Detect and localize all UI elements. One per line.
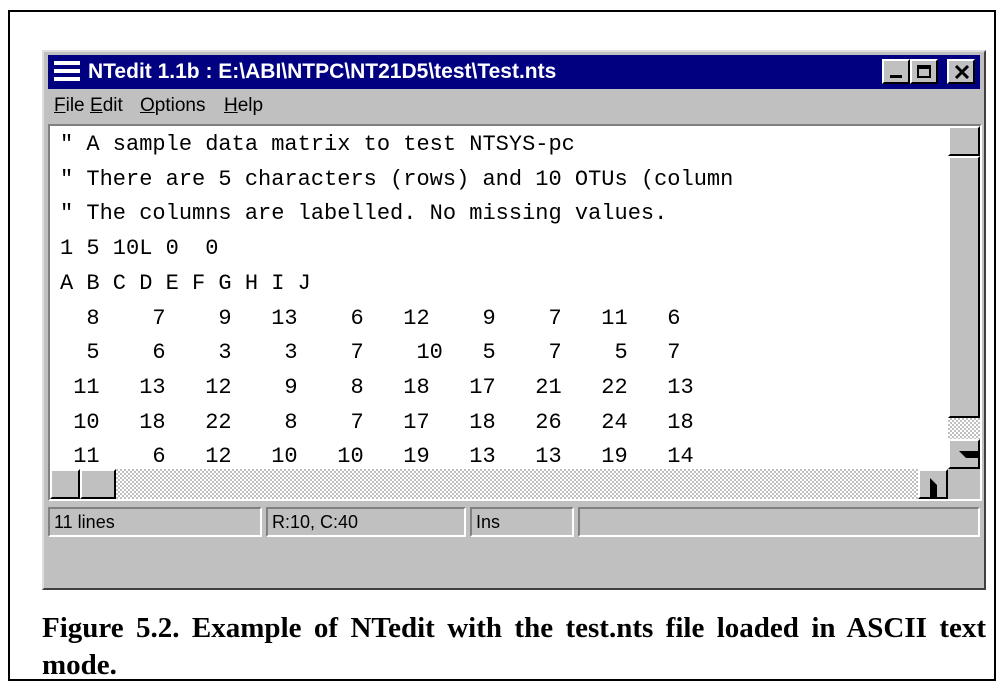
editor-line: 8 7 9 13 6 12 9 7 11 6	[60, 305, 681, 331]
horizontal-scroll-thumb[interactable]	[80, 469, 116, 499]
app-window: NTedit 1.1b : E:\ABI\NTPC\NT21D5\test\Te…	[42, 50, 986, 590]
menu-help[interactable]: Help	[224, 95, 263, 117]
menu-options-rest: ptions	[154, 95, 206, 116]
menu-options[interactable]: Options	[140, 95, 205, 117]
menu-help-rest: elp	[237, 95, 264, 116]
menu-bar: File Edit Options Help	[48, 92, 980, 120]
editor-line: 11 13 12 9 8 18 17 21 22 13	[60, 374, 694, 400]
editor-line: A B C D E F G H I J	[60, 270, 311, 296]
vertical-scroll-thumb[interactable]	[948, 156, 980, 418]
scrollbar-corner	[948, 469, 980, 499]
status-cursor-position: R:10, C:40	[266, 507, 466, 537]
editor-line: 10 18 22 8 7 17 18 26 24 18	[60, 409, 694, 435]
horizontal-scrollbar[interactable]	[50, 469, 948, 499]
title-bar[interactable]: NTedit 1.1b : E:\ABI\NTPC\NT21D5\test\Te…	[48, 55, 980, 89]
status-insert-mode: Ins	[470, 507, 574, 537]
scroll-down-button[interactable]	[948, 439, 980, 469]
figure-caption: Figure 5.2. Example of NTedit with the t…	[42, 612, 986, 681]
figure-frame: NTedit 1.1b : E:\ABI\NTPC\NT21D5\test\Te…	[8, 10, 996, 681]
text-editor[interactable]: " A sample data matrix to test NTSYS-pc "…	[48, 124, 982, 501]
close-icon	[954, 65, 970, 79]
close-button[interactable]	[947, 59, 975, 84]
window-title: NTedit 1.1b : E:\ABI\NTPC\NT21D5\test\Te…	[88, 60, 557, 83]
app-menu-icon[interactable]	[54, 61, 80, 83]
editor-line: " A sample data matrix to test NTSYS-pc	[60, 132, 575, 157]
menu-edit-key: E	[90, 95, 103, 116]
scroll-left-button[interactable]	[50, 469, 98, 499]
editor-line: 1 5 10L 0 0	[60, 236, 219, 262]
editor-line: 5 6 3 3 7 10 5 7 5 7	[60, 340, 681, 366]
maximize-button[interactable]	[910, 59, 938, 84]
menu-edit[interactable]: Edit	[90, 95, 123, 117]
scroll-up-button[interactable]	[948, 126, 980, 173]
status-extra-panel	[578, 507, 980, 537]
minimize-button[interactable]	[882, 59, 910, 84]
editor-text[interactable]: " A sample data matrix to test NTSYS-pc "…	[60, 128, 952, 478]
menu-help-key: H	[224, 95, 238, 116]
menu-file-key: F	[54, 95, 66, 116]
menu-file-rest: ile	[65, 95, 85, 116]
status-line-count: 11 lines	[48, 507, 262, 537]
vertical-scrollbar[interactable]	[948, 126, 980, 469]
scroll-right-button[interactable]	[918, 469, 948, 499]
menu-edit-rest: dit	[102, 95, 123, 116]
menu-file[interactable]: File	[54, 95, 85, 117]
status-bar: 11 lines R:10, C:40 Ins	[48, 507, 980, 537]
editor-line: " The columns are labelled. No missing v…	[60, 201, 668, 227]
menu-options-key: O	[140, 95, 155, 116]
editor-line: " There are 5 characters (rows) and 10 O…	[60, 166, 734, 192]
